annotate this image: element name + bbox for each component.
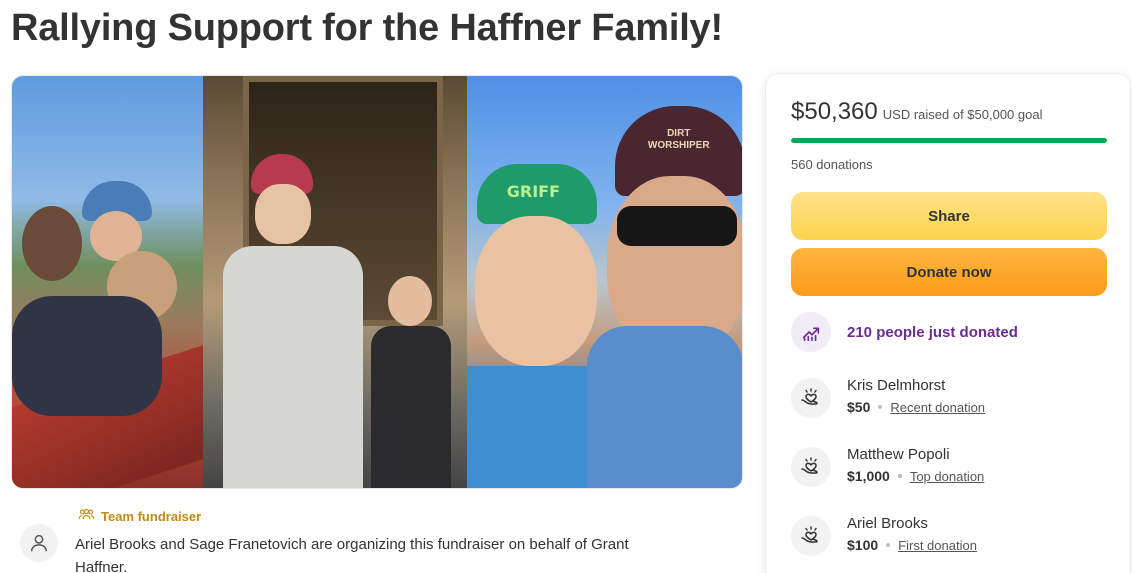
- team-badge-label: Team fundraiser: [101, 508, 202, 524]
- grey-sweater-shape: [223, 246, 364, 488]
- donor-name: Ariel Brooks: [847, 515, 928, 532]
- heart-hand-icon: [791, 516, 831, 556]
- donor-amount: $50: [847, 399, 871, 415]
- team-icon: [78, 508, 95, 524]
- donor-amount: $100: [847, 537, 879, 553]
- donation-count: 560 donations: [791, 157, 873, 172]
- donor-amount: $1,000: [847, 468, 890, 484]
- blue-hoodie-shape: [586, 326, 742, 488]
- donor-item: Matthew Popoli $1,000 Top donation: [791, 445, 984, 487]
- photo-panel-family-bench: [12, 76, 204, 488]
- amount-raised: $50,360 USD raised of $50,000 goal: [791, 98, 1042, 126]
- photo-panel-selfie: GRIFF DIRT WORSHIPER: [466, 76, 742, 488]
- donor-name: Matthew Popoli: [847, 446, 950, 463]
- separator-dot: [878, 405, 883, 409]
- organizer-description: Ariel Brooks and Sage Franetovich are or…: [75, 536, 629, 573]
- donor-item: Ariel Brooks $100 First donation: [791, 514, 977, 556]
- cap-text: DIRT WORSHIPER: [647, 128, 710, 151]
- sunglasses-shape: [616, 206, 737, 246]
- donor-item: Kris Delmhorst $50 Recent donation: [791, 376, 985, 418]
- heart-hand-icon: [791, 378, 831, 418]
- first-donation-link[interactable]: First donation: [898, 538, 977, 553]
- hat-text: GRIFF: [506, 182, 561, 201]
- black-shirt-shape: [371, 326, 452, 488]
- progress-bar: [791, 138, 1107, 143]
- donor-name: Kris Delmhorst: [847, 377, 946, 394]
- hero-photo[interactable]: GRIFF DIRT WORSHIPER: [11, 75, 743, 489]
- person-head-shape: [22, 206, 82, 281]
- child-face-shape: [255, 184, 312, 244]
- progress-fill: [791, 138, 1107, 143]
- trend-text: 210 people just donated: [847, 323, 1018, 341]
- raised-amount: $50,360: [791, 98, 878, 125]
- photo-panel-children-doorway: [203, 76, 467, 488]
- heart-hand-icon: [791, 447, 831, 487]
- raised-goal-text: USD raised of $50,000 goal: [882, 107, 1043, 122]
- body-shape: [12, 296, 162, 416]
- page-title: Rallying Support for the Haffner Family!: [11, 7, 723, 49]
- team-fundraiser-badge: Team fundraiser: [78, 508, 201, 524]
- trending-up-icon: [791, 312, 831, 352]
- green-hat-shape: GRIFF: [476, 164, 597, 224]
- donate-now-button[interactable]: Donate now: [791, 248, 1107, 296]
- child-face-shape: [474, 216, 597, 366]
- recent-donation-link[interactable]: Recent donation: [890, 400, 985, 415]
- user-icon[interactable]: [20, 524, 58, 562]
- top-donation-link[interactable]: Top donation: [910, 469, 984, 484]
- share-button[interactable]: Share: [791, 192, 1107, 240]
- recent-donations-trend[interactable]: 210 people just donated: [791, 312, 1018, 352]
- separator-dot: [897, 474, 902, 478]
- donation-card: $50,360 USD raised of $50,000 goal 560 d…: [766, 74, 1130, 573]
- separator-dot: [886, 543, 891, 547]
